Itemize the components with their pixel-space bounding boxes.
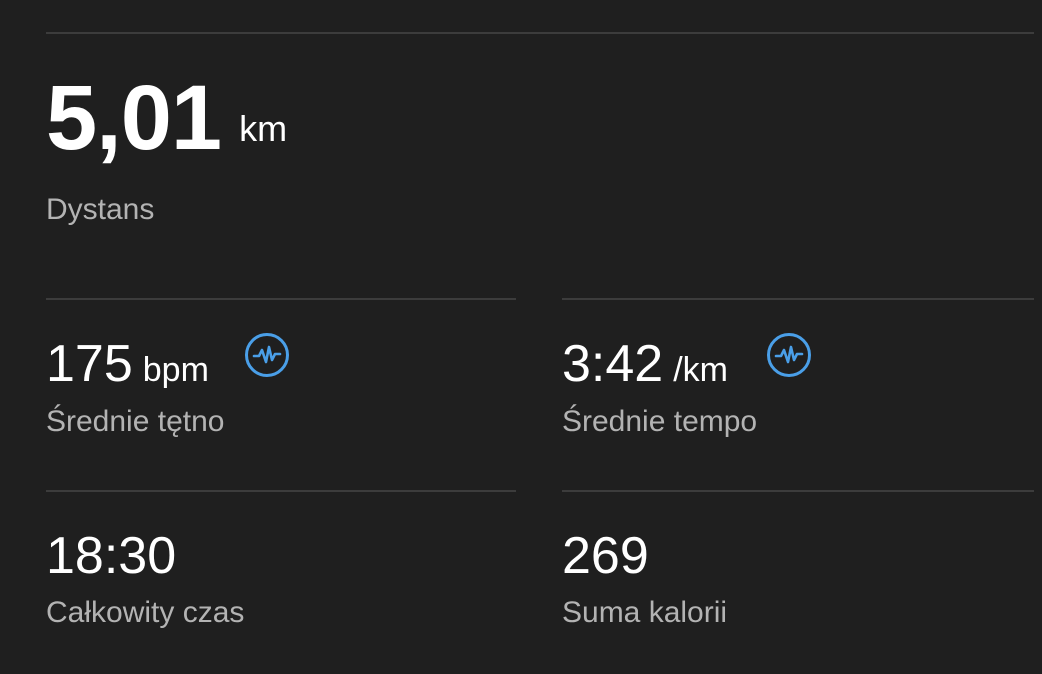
top-divider bbox=[46, 32, 1034, 34]
avg-pace-unit: /km bbox=[673, 351, 728, 389]
divider-row2-right bbox=[562, 298, 1034, 300]
avg-pace-label: Średnie tempo bbox=[562, 405, 758, 438]
avg-heart-rate-value: 175 bbox=[46, 335, 133, 393]
avg-heart-rate-value-group: 175 bpm bbox=[46, 338, 209, 390]
avg-pace-value-group: 3:42/km bbox=[562, 338, 728, 390]
divider-row3-left bbox=[46, 490, 516, 492]
total-time-value-group: 18:30 bbox=[46, 530, 176, 582]
divider-row3-right bbox=[562, 490, 1034, 492]
total-time-label: Całkowity czas bbox=[46, 596, 245, 629]
total-time-value: 18:30 bbox=[46, 527, 177, 585]
distance-value-group: 5,01 km bbox=[46, 72, 287, 164]
distance-label: Dystans bbox=[46, 193, 155, 226]
avg-heart-rate-label: Średnie tętno bbox=[46, 405, 225, 438]
divider-row2-left bbox=[46, 298, 516, 300]
heart-rate-icon[interactable] bbox=[244, 332, 290, 378]
distance-value: 5,01 bbox=[46, 67, 222, 169]
total-calories-label: Suma kalorii bbox=[562, 596, 728, 629]
total-calories-value: 269 bbox=[562, 527, 649, 585]
avg-heart-rate-unit: bpm bbox=[142, 351, 209, 389]
total-calories-value-group: 269 bbox=[562, 530, 649, 582]
distance-unit: km bbox=[239, 108, 288, 149]
avg-pace-value: 3:42 bbox=[562, 335, 664, 393]
pace-heart-rate-icon[interactable] bbox=[766, 332, 812, 378]
